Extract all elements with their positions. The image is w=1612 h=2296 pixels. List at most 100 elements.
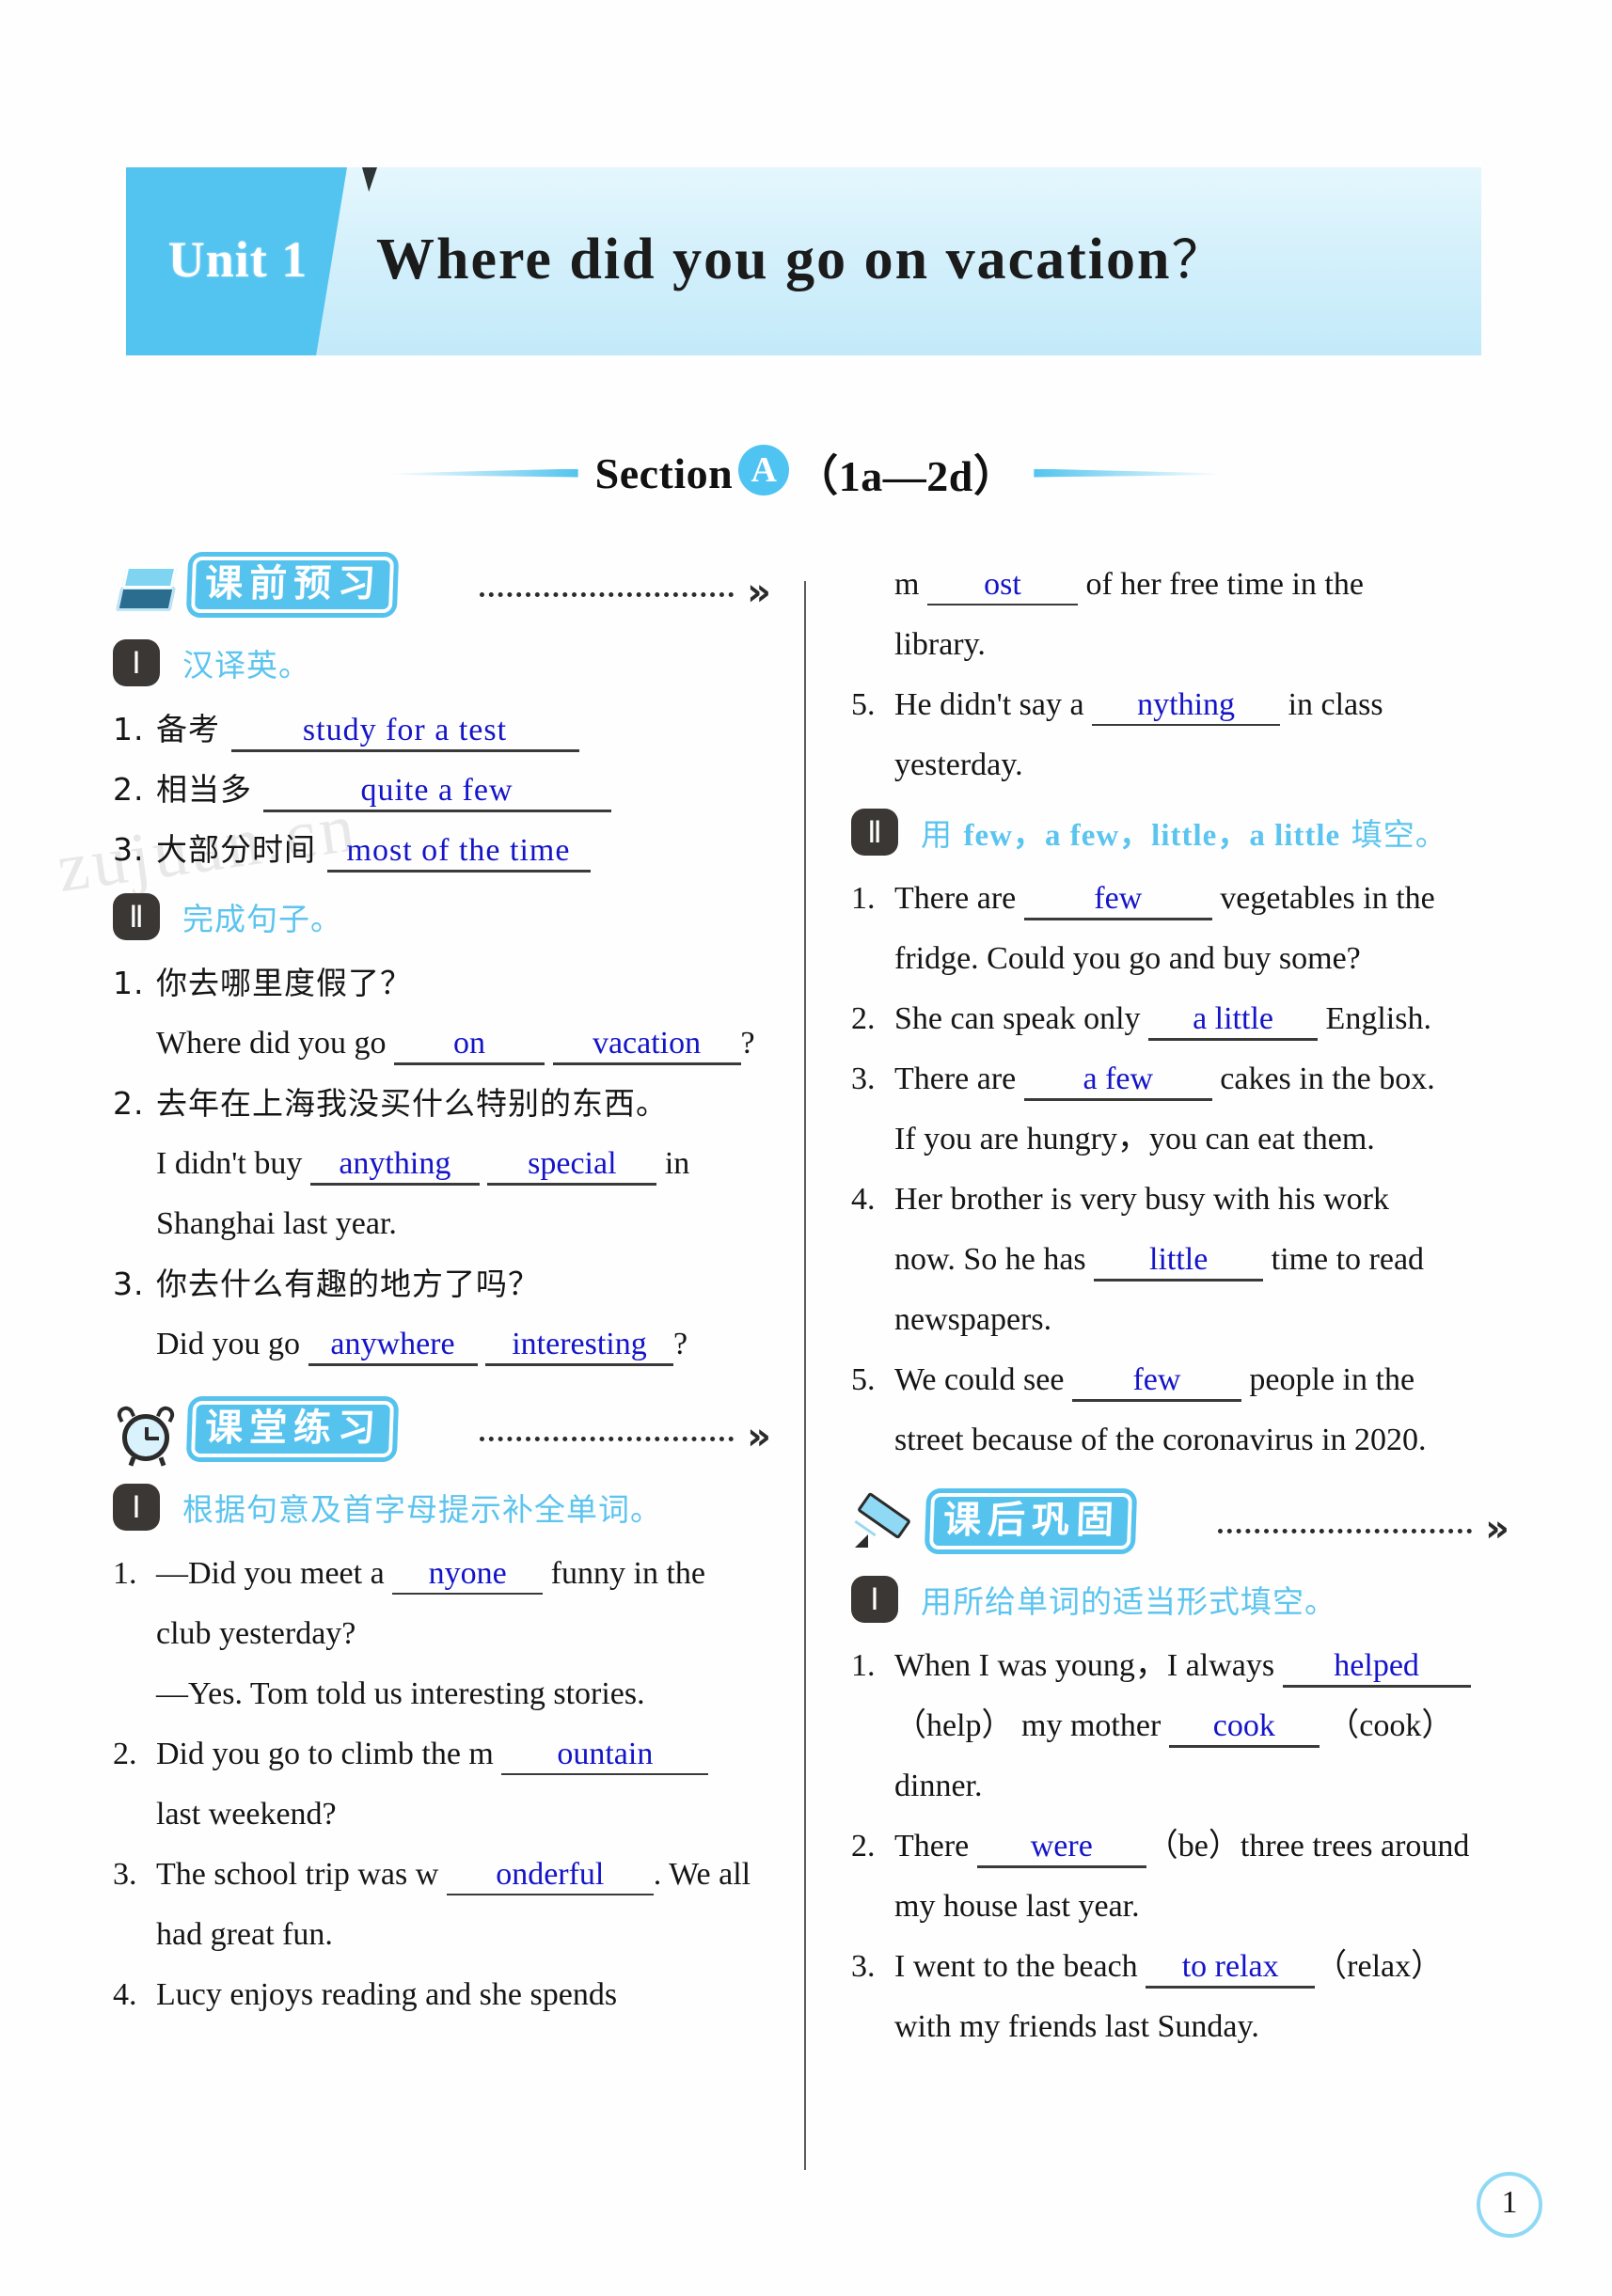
question-item: 1. 备考 study for a test — [113, 700, 771, 760]
sentence-pre: There are — [894, 881, 1017, 916]
answer-blank[interactable]: anything — [309, 1143, 480, 1186]
item-number: 1. — [113, 965, 145, 1001]
answer-blank[interactable]: on — [394, 1023, 545, 1065]
answer-blank[interactable]: few — [1071, 1360, 1241, 1402]
answer-blank[interactable]: study for a test — [230, 710, 579, 752]
question-item: 3. The school trip was w onderful. We all — [113, 1845, 771, 1905]
item-prompt: 备考 — [156, 711, 220, 747]
roman-numeral-badge: Ⅱ — [851, 809, 898, 856]
sentence-pre: （help） my mother — [894, 1708, 1162, 1743]
answer-line: Did you go anywhere interesting? — [113, 1314, 771, 1375]
chevron-right-icon: » — [747, 571, 771, 614]
block-dotted-rule — [480, 1437, 734, 1441]
unit-label: Unit 1 — [167, 231, 308, 288]
sentence-pre: —Did you meet a — [156, 1556, 385, 1591]
answer-line-cont: If you are hungry，you can eat them. — [894, 1122, 1375, 1156]
sentence-post: （be）three trees around — [1146, 1829, 1470, 1864]
unit-title-text: Where did you go on vacation — [376, 228, 1172, 291]
roman-numeral-badge: Ⅱ — [113, 893, 160, 940]
block-label-consolidation: 课后巩固 — [928, 1493, 1133, 1549]
answer-line-cont: —Yes. Tom told us interesting stories. — [156, 1676, 645, 1711]
answer-line-cont: street because of the coronavirus in 202… — [894, 1423, 1427, 1457]
sentence-post: ? — [673, 1327, 688, 1361]
answer-blank[interactable]: helped — [1282, 1645, 1471, 1688]
sentence-post: English. — [1325, 1001, 1431, 1036]
question-item: 2. There were （be）three trees around — [851, 1816, 1509, 1877]
question-item: 3. There are a few cakes in the box. — [851, 1049, 1509, 1109]
right-column: m ost of her free time in the library. 5… — [851, 555, 1509, 2057]
item-chinese: 去年在上海我没买什么特别的东西。 — [156, 1085, 668, 1122]
answer-blank[interactable]: cook — [1168, 1706, 1320, 1748]
item-number: 1. — [851, 881, 876, 916]
answer-blank[interactable]: to relax — [1146, 1946, 1316, 1989]
section-heading: Section A （1a—2d） — [0, 442, 1612, 504]
item-number: 5. — [851, 687, 876, 722]
exercise-title: 用 few，a few，little，a little 填空。 — [921, 810, 1447, 855]
item-number: 2. — [113, 1085, 145, 1122]
exercise-title: 用所给单词的适当形式填空。 — [921, 1583, 1336, 1620]
sentence-pre: He didn't say a — [894, 687, 1084, 722]
answer-blank[interactable]: a few — [1023, 1059, 1212, 1101]
item-number: 4. — [851, 1182, 876, 1217]
answer-blank[interactable]: anywhere — [308, 1324, 478, 1366]
answer-blank[interactable]: ountain — [501, 1734, 709, 1775]
answer-blank[interactable]: vacation — [552, 1023, 741, 1065]
item-number: 2. — [113, 771, 145, 808]
item-number: 1. — [113, 1556, 137, 1591]
exercise-title-en: few，a few，little，a little — [963, 819, 1341, 853]
item-number: 3. — [851, 1949, 876, 1984]
item-number: 2. — [113, 1737, 137, 1771]
item-number: 2. — [851, 1001, 876, 1036]
answer-line-cont: Shanghai last year. — [156, 1206, 397, 1241]
question-item: 1. 你去哪里度假了？ — [113, 953, 771, 1014]
answer-blank[interactable]: onderful — [446, 1854, 654, 1895]
unit-title-qmark: ？ — [1171, 232, 1226, 291]
answer-line-cont: newspapers. — [894, 1302, 1052, 1337]
answer-blank[interactable]: were — [976, 1826, 1146, 1868]
section-letter-badge: A — [738, 445, 790, 495]
answer-blank[interactable]: a little — [1148, 999, 1319, 1041]
item-number: 2. — [851, 1829, 876, 1864]
answer-blank[interactable]: most of the time — [326, 830, 591, 873]
item-number: 3. — [851, 1062, 876, 1096]
sentence-pre: There — [894, 1829, 970, 1864]
answer-blank[interactable]: few — [1023, 878, 1212, 920]
answer-blank[interactable]: quite a few — [262, 770, 611, 812]
exercise-title: 完成句子。 — [182, 901, 342, 937]
sentence-post: funny in the — [550, 1556, 705, 1591]
block-header-consolidation: 课后巩固 » — [851, 1491, 1509, 1563]
sentence-pre: Did you go — [156, 1327, 300, 1361]
question-item: 4. Lucy enjoys reading and she spends — [113, 1965, 771, 2025]
question-item: 1. There are few vegetables in the — [851, 869, 1509, 929]
answer-line-cont: dinner. — [894, 1769, 983, 1803]
answer-blank[interactable]: special — [487, 1143, 657, 1186]
item-number: 3. — [113, 1857, 137, 1892]
answer-line-cont: had great fun. — [156, 1917, 333, 1952]
sentence-pre: When I was young，I always — [894, 1648, 1275, 1683]
left-column: 课前预习 » Ⅰ 汉译英。 1. 备考 study for a test 2. 相当多… — [113, 555, 771, 2025]
answer-line-cont: with my friends last Sunday. — [894, 2009, 1259, 2044]
sentence-post: people in the — [1249, 1362, 1415, 1397]
answer-blank[interactable]: little — [1094, 1239, 1264, 1282]
item-chinese: 你去哪里度假了？ — [156, 965, 412, 1001]
answer-blank[interactable]: interesting — [485, 1324, 673, 1366]
section-rule-left-icon — [389, 468, 578, 478]
exercise-title: 根据句意及首字母提示补全单词。 — [182, 1491, 662, 1528]
sentence-post: in class — [1288, 687, 1383, 722]
question-item: 2. 相当多 quite a few — [113, 760, 771, 820]
sentence-pre: We could see — [894, 1362, 1065, 1397]
roman-numeral-badge: Ⅰ — [113, 1484, 160, 1531]
answer-blank[interactable]: nything — [1092, 684, 1281, 726]
question-item: 2. Did you go to climb the m ountain — [113, 1724, 771, 1785]
section-range: （1a—2d） — [795, 452, 1018, 500]
answer-blank[interactable]: ost — [926, 564, 1078, 605]
question-item: 5. He didn't say a nything in class — [851, 675, 1509, 735]
sentence-post: （cook） — [1327, 1708, 1454, 1743]
exercise-header-quantifiers: Ⅱ 用 few，a few，little，a little 填空。 — [851, 809, 1509, 863]
item-number: 3. — [113, 831, 145, 868]
roman-numeral-badge: Ⅰ — [113, 639, 160, 686]
sentence-pre: Her brother is very busy with his work — [894, 1182, 1389, 1217]
answer-line: Where did you go on vacation? — [113, 1014, 771, 1074]
answer-blank[interactable]: nyone — [392, 1553, 544, 1595]
page-number: 1 — [1477, 2172, 1542, 2238]
